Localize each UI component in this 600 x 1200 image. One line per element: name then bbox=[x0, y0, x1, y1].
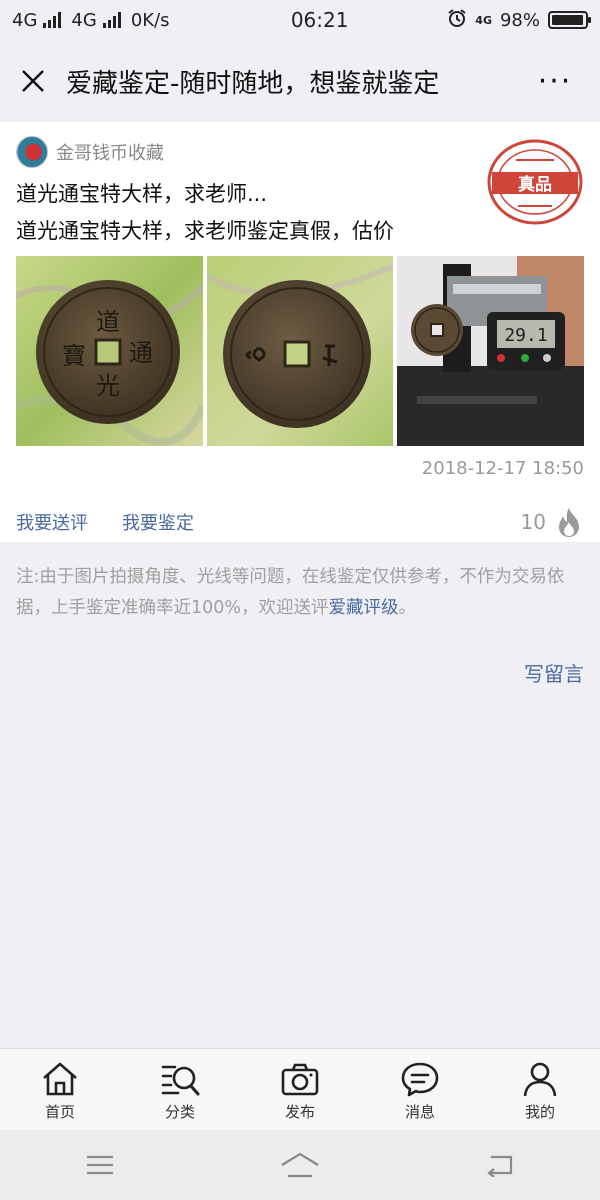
system-nav-bar bbox=[0, 1130, 600, 1200]
photo-gallery: 道 光 通 寶 29.1 bbox=[16, 256, 585, 446]
menu-icon bbox=[87, 1155, 113, 1175]
post-date: 2018-12-17 18:50 bbox=[421, 458, 584, 479]
category-search-icon bbox=[161, 1065, 200, 1096]
home-outline-icon bbox=[281, 1152, 319, 1178]
tab-messages[interactable]: 消息 bbox=[360, 1049, 480, 1130]
tab-label: 消息 bbox=[404, 1103, 435, 1121]
clock: 06:21 bbox=[290, 8, 349, 32]
coin-back-photo[interactable] bbox=[206, 256, 394, 446]
aicang-grading-link[interactable]: 爱藏评级 bbox=[329, 598, 399, 618]
coin-caliper-photo[interactable]: 29.1 bbox=[397, 256, 585, 446]
write-comment-button[interactable]: 写留言 bbox=[524, 658, 584, 687]
author-info[interactable]: 金哥钱币收藏 bbox=[16, 136, 164, 168]
tab-label: 首页 bbox=[44, 1103, 75, 1121]
hot-count-value: 10 bbox=[520, 510, 546, 534]
more-menu-button[interactable]: ··· bbox=[510, 40, 600, 122]
disclaimer-notice: 注:由于图片拍摄角度、光线等问题，在线鉴定仅供参考，不作为交易依据，上手鉴定准确… bbox=[16, 562, 586, 624]
submit-appraisal-link[interactable]: 我要送评 bbox=[16, 509, 88, 535]
appraise-link[interactable]: 我要鉴定 bbox=[122, 509, 194, 535]
post-title[interactable]: 道光通宝特大样，求老师... bbox=[16, 178, 267, 208]
home-icon bbox=[43, 1062, 77, 1096]
svg-text:道: 道 bbox=[96, 308, 120, 336]
network-label-1: 4G bbox=[12, 9, 38, 31]
caliper-reading: 29.1 bbox=[505, 325, 548, 346]
battery-percent: 98% bbox=[499, 9, 540, 31]
tab-home[interactable]: 首页 bbox=[0, 1049, 120, 1130]
status-bar: 4G 4G 0K/s 06:21 4G 98% bbox=[0, 0, 600, 40]
signal-icon-2 bbox=[102, 12, 121, 28]
disclaimer-text: 注:由于图片拍摄角度、光线等问题，在线鉴定仅供参考，不作为交易依据，上手鉴定准确… bbox=[16, 567, 565, 618]
post-description[interactable]: 道光通宝特大样，求老师鉴定真假，估价 bbox=[16, 215, 394, 245]
signal-icon-1 bbox=[43, 12, 62, 28]
hot-count[interactable]: 10 bbox=[521, 506, 584, 538]
alarm-icon bbox=[447, 8, 467, 33]
back-nav-button[interactable] bbox=[440, 1130, 560, 1200]
data-network-icon: 4G bbox=[475, 13, 492, 27]
page-title: 爱藏鉴定-随时随地，想鉴就鉴定 bbox=[66, 68, 440, 99]
svg-text:通: 通 bbox=[129, 339, 153, 367]
camera-icon bbox=[281, 1063, 319, 1096]
tab-publish[interactable]: 发布 bbox=[240, 1049, 360, 1130]
flame-icon bbox=[559, 508, 579, 537]
tab-label: 我的 bbox=[524, 1103, 555, 1121]
tab-category[interactable]: 分类 bbox=[120, 1049, 240, 1130]
menu-nav-button[interactable] bbox=[40, 1130, 160, 1200]
battery-icon bbox=[548, 11, 591, 29]
close-button[interactable] bbox=[0, 40, 66, 122]
disclaimer-end: 。 bbox=[398, 598, 417, 618]
close-icon bbox=[22, 70, 44, 92]
appraisal-post-card: 金哥钱币收藏 真品 道光通宝特大样，求老师... 道光通宝特大样，求老师鉴定真假… bbox=[0, 122, 600, 542]
user-icon bbox=[523, 1062, 557, 1097]
tab-label: 发布 bbox=[284, 1103, 315, 1121]
back-icon bbox=[487, 1155, 513, 1177]
title-bar: 爱藏鉴定-随时随地，想鉴就鉴定 ··· bbox=[0, 40, 600, 122]
network-speed: 0K/s bbox=[130, 9, 170, 31]
post-actions: 我要送评 我要鉴定 10 bbox=[0, 502, 600, 542]
author-name[interactable]: 金哥钱币收藏 bbox=[56, 139, 164, 165]
network-label-2: 4G bbox=[71, 9, 97, 31]
seal-text: 真品 bbox=[518, 174, 552, 195]
bottom-tab-bar: 首页 分类 发布 消息 我的 bbox=[0, 1048, 600, 1130]
svg-text:光: 光 bbox=[96, 372, 120, 400]
tab-profile[interactable]: 我的 bbox=[480, 1049, 600, 1130]
message-icon bbox=[401, 1062, 439, 1097]
svg-text:寶: 寶 bbox=[62, 342, 86, 370]
coin-front-photo[interactable]: 道 光 通 寶 bbox=[16, 256, 203, 446]
tab-label: 分类 bbox=[164, 1103, 195, 1121]
home-nav-button[interactable] bbox=[240, 1130, 360, 1200]
authentic-seal-stamp: 真品 bbox=[487, 139, 583, 225]
avatar[interactable] bbox=[16, 136, 48, 168]
